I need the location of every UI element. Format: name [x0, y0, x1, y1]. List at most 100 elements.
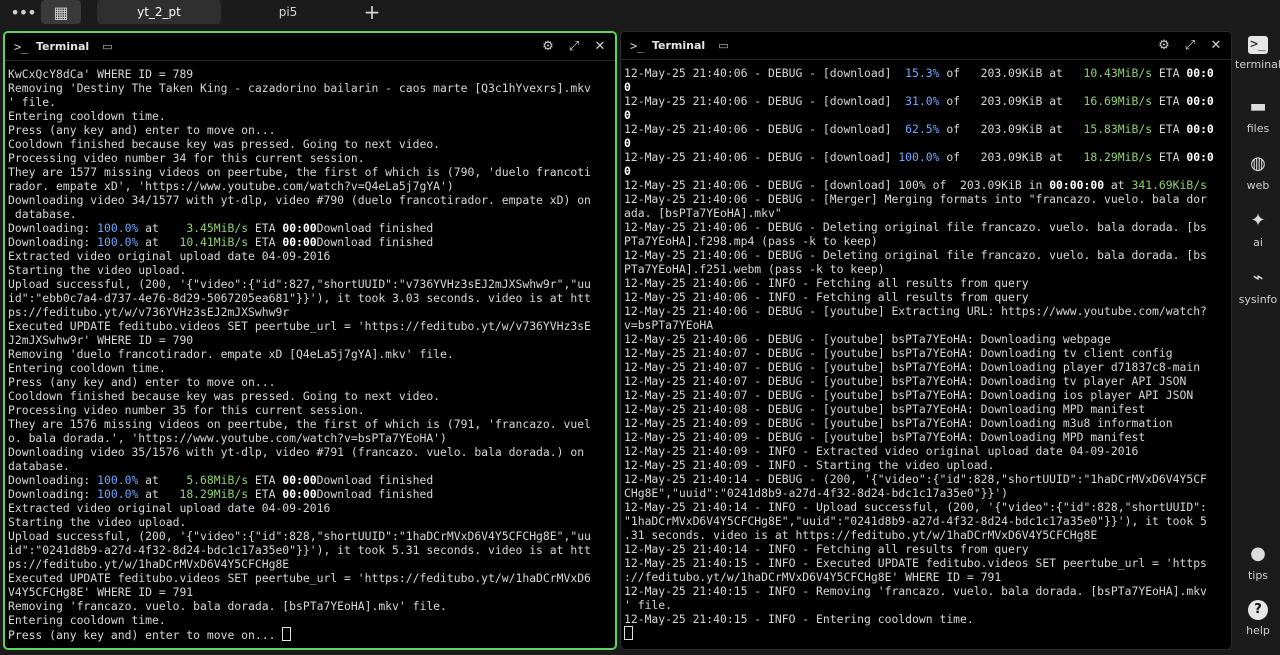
sparkle-icon: ✦ — [1250, 210, 1266, 231]
terminal-line: ' file. — [624, 598, 673, 612]
pane-title: Terminal — [652, 39, 706, 52]
terminal-line: 12-May-25 21:40:06 - INFO - Fetching all… — [624, 290, 1029, 304]
terminal-line: 12-May-25 21:40:07 - DEBUG - [youtube] b… — [624, 374, 1187, 388]
terminal-line — [624, 626, 1228, 640]
sidebar-item-help[interactable]: ? help — [1236, 600, 1280, 637]
terminal-line: 0 — [624, 164, 631, 178]
sidebar-item-sysinfo[interactable]: ⌁ sysinfo — [1236, 267, 1280, 306]
sidebar-item-terminal[interactable]: >_ terminal — [1235, 36, 1280, 71]
terminal-line: Removing 'Destiny The Taken King - cazad… — [8, 81, 591, 95]
sidebar-item-web[interactable]: ◍ web — [1236, 153, 1280, 192]
terminal-line: 12-May-25 21:40:06 - DEBUG - [download] … — [624, 66, 1214, 80]
terminal-line: database. — [8, 459, 70, 473]
terminal-line: ' file. — [8, 95, 57, 109]
sidebar-item-label: tips — [1247, 569, 1269, 582]
workspace-grid-button[interactable]: ▦ — [41, 0, 81, 24]
terminal-line: 12-May-25 21:40:09 - DEBUG - [youtube] b… — [624, 416, 1173, 430]
terminal-line: ada. [bsPTa7YEoHA].mkv" — [624, 206, 782, 220]
terminal-line: 12-May-25 21:40:06 - DEBUG - [download] … — [624, 178, 1207, 192]
pane-header: >_ Terminal ▭ ⚙ ⤢ ✕ — [5, 33, 615, 61]
tab-yt-2-pt[interactable]: yt_2_pt — [97, 0, 221, 24]
terminal-line: Upload successful, (200, '{"video":{"id"… — [8, 277, 591, 291]
terminal-line: Upload successful, (200, '{"video":{"id"… — [8, 529, 591, 543]
terminal-line: Downloading: 100.0% at 10.41MiB/s ETA 00… — [8, 235, 434, 249]
terminal-line: 12-May-25 21:40:06 - DEBUG - [Merger] Me… — [624, 192, 1207, 206]
terminal-line: Downloading: 100.0% at 5.68MiB/s ETA 00:… — [8, 473, 434, 487]
terminal-line: 12-May-25 21:40:07 - DEBUG - [youtube] b… — [624, 388, 1194, 402]
settings-icon[interactable]: ⚙ — [541, 39, 555, 54]
terminal-line: 12-May-25 21:40:06 - INFO - Fetching all… — [624, 276, 1029, 290]
terminal-line: 12-May-25 21:40:15 - INFO - Removing 'fr… — [624, 584, 1207, 598]
close-icon[interactable]: ✕ — [1209, 38, 1223, 53]
terminal-pane-right[interactable]: >_ Terminal ▭ ⚙ ⤢ ✕ 12-May-25 21:40:06 -… — [620, 31, 1232, 650]
monitor-icon[interactable]: ▭ — [102, 40, 112, 53]
pane-title: Terminal — [36, 40, 90, 53]
terminal-line: ps://feditubo.yt/w/1haDCrMVxD6V4Y5CFCHg8… — [8, 557, 290, 571]
monitor-icon[interactable]: ▭ — [718, 39, 728, 52]
terminal-line: 12-May-25 21:40:06 - DEBUG - Deleting or… — [624, 220, 1207, 234]
help-icon: ? — [1248, 600, 1268, 620]
close-icon[interactable]: ✕ — [593, 39, 607, 54]
terminal-line: 12-May-25 21:40:15 - INFO - Entering coo… — [624, 612, 974, 626]
terminal-line: 12-May-25 21:40:09 - INFO - Extracted vi… — [624, 444, 1139, 458]
terminal-line: 12-May-25 21:40:06 - DEBUG - [download] … — [624, 94, 1214, 108]
terminal-line: KwCxQcY8dCa' WHERE ID = 789 — [8, 67, 194, 81]
sidebar-item-label: files — [1246, 122, 1270, 135]
sidebar-item-tips[interactable]: ● tips — [1236, 543, 1280, 582]
lightbulb-icon: ● — [1250, 543, 1266, 564]
expand-icon[interactable]: ⤢ — [1183, 38, 1197, 53]
terminal-line: "1haDCrMVxD6V4Y5CFCHg8E","uuid":"0241d8b… — [624, 514, 1207, 528]
pane-header: >_ Terminal ▭ ⚙ ⤢ ✕ — [621, 32, 1231, 60]
terminal-line: id":"0241d8b9-a27d-4f32-8d24-bdc1c17a35e… — [8, 543, 591, 557]
terminal-line: Press (any key and) enter to move on... — [8, 123, 276, 137]
terminal-output[interactable]: 12-May-25 21:40:06 - DEBUG - [download] … — [624, 66, 1228, 647]
terminal-line: Entering cooldown time. — [8, 613, 166, 627]
terminal-line: 12-May-25 21:40:06 - DEBUG - [youtube] E… — [624, 304, 1207, 318]
tab-label: yt_2_pt — [137, 5, 181, 19]
terminal-line: Downloading: 100.0% at 3.45MiB/s ETA 00:… — [8, 221, 434, 235]
terminal-icon: >_ — [1248, 36, 1268, 54]
tab-pi5[interactable]: pi5 — [226, 0, 350, 24]
terminal-line: PTa7YEoHA].f251.webm (pass -k to keep) — [624, 262, 885, 276]
sidebar-item-ai[interactable]: ✦ ai — [1236, 210, 1280, 249]
sidebar-item-label: sysinfo — [1238, 293, 1278, 306]
terminal-line: 12-May-25 21:40:06 - DEBUG - [download] … — [624, 150, 1214, 164]
terminal-line: ://feditubo.yt/w/1haDCrMVxD6V4Y5CFCHg8E'… — [624, 570, 1002, 584]
more-icon: ••• — [10, 2, 36, 22]
terminal-line: Press (any key and) enter to move on... — [8, 375, 276, 389]
expand-icon[interactable]: ⤢ — [567, 39, 581, 54]
settings-icon[interactable]: ⚙ — [1157, 38, 1171, 53]
terminal-line: o. bala dorada.', 'https://www.youtube.c… — [8, 431, 447, 445]
terminal-line: 12-May-25 21:40:09 - DEBUG - [youtube] b… — [624, 430, 1146, 444]
terminal-line: 12-May-25 21:40:06 - DEBUG - [youtube] b… — [624, 332, 1111, 346]
terminal-line: 12-May-25 21:40:06 - DEBUG - Deleting or… — [624, 248, 1207, 262]
terminal-line: Downloading video 35/1576 with yt-dlp, v… — [8, 445, 585, 459]
terminal-line: Executed UPDATE feditubo.videos SET peer… — [8, 571, 591, 585]
terminal-output[interactable]: KwCxQcY8dCa' WHERE ID = 789 Removing 'Des… — [8, 67, 612, 646]
menu-dots-button[interactable]: ••• — [6, 0, 40, 24]
terminal-line: 12-May-25 21:40:07 - DEBUG - [youtube] b… — [624, 346, 1173, 360]
globe-icon: ◍ — [1250, 153, 1266, 174]
sidebar-item-label: terminal — [1235, 58, 1280, 71]
terminal-line: Cooldown finished because key was presse… — [8, 389, 441, 403]
terminal-line: V4Y5CFCHg8E' WHERE ID = 791 — [8, 585, 194, 599]
terminal-line: ps://feditubo.yt/w/v736YVHz3sEJ2mJXSwhw9… — [8, 305, 290, 319]
terminal-line: 12-May-25 21:40:09 - INFO - Starting the… — [624, 458, 995, 472]
sidebar-item-files[interactable]: ▬ files — [1236, 96, 1280, 135]
sidebar-item-label: help — [1246, 624, 1270, 637]
terminal-line: CHg8E","uuid":"0241d8b9-a27d-4f32-8d24-b… — [624, 486, 1009, 500]
terminal-icon: >_ — [630, 38, 645, 53]
terminal-line: rador. empate xD', 'https://www.youtube.… — [8, 179, 454, 193]
terminal-line: Downloading video 34/1577 with yt-dlp, v… — [8, 193, 591, 207]
terminal-line: 0 — [624, 80, 631, 94]
terminal-line: 0 — [624, 108, 631, 122]
top-bar: ••• ▦ yt_2_pt pi5 + — [0, 0, 1280, 26]
terminal-line: .31 seconds. video is at https://feditub… — [624, 528, 1098, 542]
terminal-line: 0 — [624, 136, 631, 150]
terminal-line: Removing 'duelo francotirador. empate xD… — [8, 347, 454, 361]
terminal-pane-left[interactable]: >_ Terminal ▭ ⚙ ⤢ ✕ KwCxQcY8dCa' WHERE I… — [3, 31, 617, 650]
terminal-line: 12-May-25 21:40:14 - DEBUG - (200, '{"vi… — [624, 472, 1207, 486]
terminal-line: 12-May-25 21:40:08 - DEBUG - [youtube] b… — [624, 402, 1146, 416]
terminal-line: Entering cooldown time. — [8, 109, 166, 123]
add-tab-button[interactable]: + — [358, 0, 386, 24]
